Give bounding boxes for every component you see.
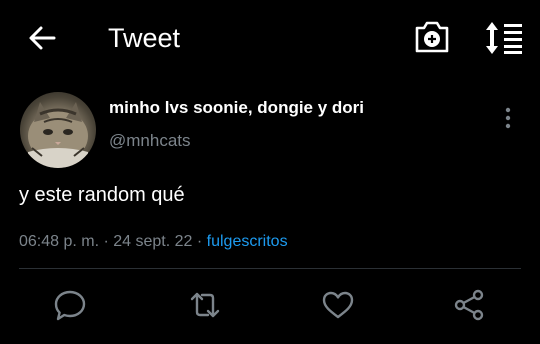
top-bar: Tweet [0,0,540,76]
author-handle[interactable]: @mnhcats [109,131,191,151]
like-icon[interactable] [321,288,355,322]
sort-timeline-icon[interactable] [484,20,524,56]
meta-separator: · [99,233,114,250]
share-icon[interactable] [452,288,486,322]
page-title: Tweet [108,23,181,53]
camera-add-icon[interactable] [414,20,450,54]
meta-separator: · [192,233,207,250]
back-arrow-icon[interactable] [26,22,58,54]
author-name[interactable]: minho lvs soonie, dongie y dori [109,98,364,118]
cat-avatar-image [28,102,88,168]
divider [19,268,521,269]
tweet-time[interactable]: 06:48 p. m. [19,233,99,250]
avatar[interactable] [20,92,96,168]
tweet-text: y este random qué [19,184,185,206]
retweet-icon[interactable] [188,288,222,322]
reply-icon[interactable] [53,288,87,322]
tweet-date[interactable]: 24 sept. 22 [113,233,192,250]
more-options-icon[interactable] [500,106,516,130]
tweet-source-link[interactable]: fulgescritos [207,233,288,250]
tweet-metadata: 06:48 p. m. · 24 sept. 22 · fulgescritos [19,233,288,251]
